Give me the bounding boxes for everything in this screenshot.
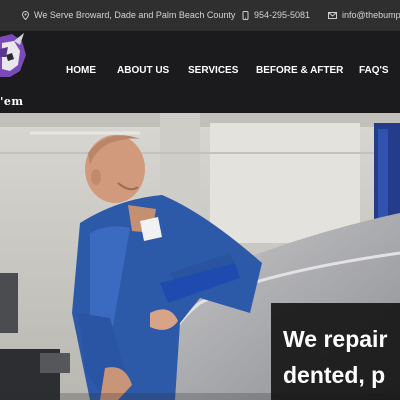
email-link[interactable]: info@thebump [328, 10, 400, 20]
phone-icon [242, 10, 249, 20]
nav-before-after[interactable]: BEFORE & AFTER [256, 65, 343, 76]
nav-home[interactable]: HOME [66, 65, 96, 76]
service-area: We Serve Broward, Dade and Palm Beach Co… [22, 10, 235, 20]
email-text: info@thebump [342, 10, 400, 20]
nav-services[interactable]: SERVICES [188, 65, 238, 76]
envelope-icon [328, 11, 337, 19]
service-area-text: We Serve Broward, Dade and Palm Beach Co… [34, 10, 236, 20]
nav-faqs[interactable]: FAQ'S [359, 65, 389, 76]
logo-text: 'em [0, 95, 24, 108]
map-pin-icon [22, 10, 29, 20]
nav-about-us[interactable]: ABOUT US [117, 65, 169, 76]
phone-text: 954-295-5081 [254, 10, 311, 20]
hero-heading-line-2: dented, p [283, 362, 386, 388]
hero-heading-line-1: We repair [283, 326, 388, 352]
site-header: 'em HOME ABOUT US SERVICES BEFORE & AFTE… [0, 31, 400, 116]
top-info-bar: We Serve Broward, Dade and Palm Beach Co… [0, 0, 400, 31]
phone-link[interactable]: 954-295-5081 [242, 10, 310, 20]
